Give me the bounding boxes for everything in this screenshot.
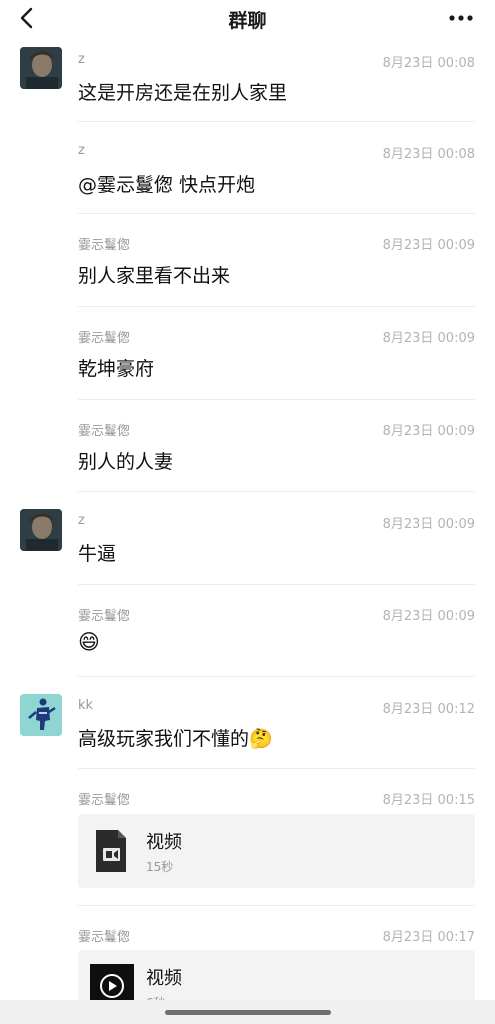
timestamp: 8月23日 00:09 bbox=[382, 609, 475, 624]
sender-name: z bbox=[78, 143, 85, 158]
timestamp: 8月23日 00:17 bbox=[382, 930, 475, 945]
message-item[interactable]: 霎忈鬘偬 8月23日 00:09 别人家里看不出来 bbox=[0, 214, 495, 307]
timestamp: 8月23日 00:09 bbox=[382, 331, 475, 346]
timestamp: 8月23日 00:09 bbox=[382, 238, 475, 253]
message-text: 高级玩家我们不懂的🤔 bbox=[78, 728, 273, 750]
back-chevron-icon[interactable] bbox=[14, 6, 38, 30]
sender-name: z bbox=[78, 52, 85, 67]
sender-name: 霎忈鬘偬 bbox=[78, 331, 131, 346]
message-item[interactable]: 霎忈鬘偬 8月23日 00:09 乾坤豪府 bbox=[0, 307, 495, 400]
timestamp: 8月23日 00:12 bbox=[382, 702, 475, 717]
home-indicator[interactable] bbox=[164, 1009, 331, 1015]
message-item[interactable]: z 8月23日 00:08 这是开房还是在别人家里 bbox=[0, 38, 495, 122]
message-text: @霎忈鬘偬 快点开炮 bbox=[78, 174, 256, 196]
timestamp: 8月23日 00:15 bbox=[382, 793, 475, 808]
message-item[interactable]: kk 8月23日 00:12 高级玩家我们不懂的🤔 bbox=[0, 677, 495, 769]
message-item[interactable]: 霎忈鬘偬 8月23日 00:09 😄 bbox=[0, 585, 495, 677]
message-text: 乾坤豪府 bbox=[78, 358, 155, 380]
home-bar bbox=[0, 1000, 495, 1024]
page-title: 群聊 bbox=[228, 9, 267, 32]
timestamp: 8月23日 00:09 bbox=[382, 424, 475, 439]
video-duration: 15秒 bbox=[146, 860, 174, 874]
avatar[interactable] bbox=[20, 694, 62, 736]
sender-name: 霎忈鬘偬 bbox=[78, 793, 131, 808]
message-item[interactable]: 霎忈鬘偬 8月23日 00:09 别人的人妻 bbox=[0, 400, 495, 492]
message-emoji: 😄 bbox=[78, 630, 100, 654]
video-title: 视频 bbox=[146, 832, 182, 853]
message-item[interactable]: z 8月23日 00:08 @霎忈鬘偬 快点开炮 bbox=[0, 122, 495, 214]
more-dots-icon[interactable] bbox=[447, 8, 475, 28]
timestamp: 8月23日 00:08 bbox=[382, 56, 475, 71]
message-item[interactable]: 霎忈鬘偬 8月23日 00:15 视频 15秒 bbox=[0, 769, 495, 906]
timestamp: 8月23日 00:09 bbox=[382, 517, 475, 532]
avatar[interactable] bbox=[20, 509, 62, 551]
video-card[interactable]: 视频 15秒 bbox=[78, 814, 475, 888]
sender-name: 霎忈鬘偬 bbox=[78, 424, 131, 439]
sender-name: kk bbox=[78, 698, 94, 713]
message-item[interactable]: z 8月23日 00:09 牛逼 bbox=[0, 492, 495, 585]
message-text: 牛逼 bbox=[78, 543, 117, 565]
message-text: 别人的人妻 bbox=[78, 451, 174, 473]
sender-name: 霎忈鬘偬 bbox=[78, 609, 131, 624]
sender-name: 霎忈鬘偬 bbox=[78, 238, 131, 253]
nav-bar: 群聊 bbox=[0, 0, 495, 38]
sender-name: z bbox=[78, 513, 85, 528]
video-file-icon bbox=[94, 828, 128, 878]
message-text: 别人家里看不出来 bbox=[78, 265, 231, 287]
video-title: 视频 bbox=[146, 968, 182, 989]
timestamp: 8月23日 00:08 bbox=[382, 147, 475, 162]
message-text: 这是开房还是在别人家里 bbox=[78, 82, 288, 104]
sender-name: 霎忈鬘偬 bbox=[78, 930, 131, 945]
avatar[interactable] bbox=[20, 47, 62, 89]
